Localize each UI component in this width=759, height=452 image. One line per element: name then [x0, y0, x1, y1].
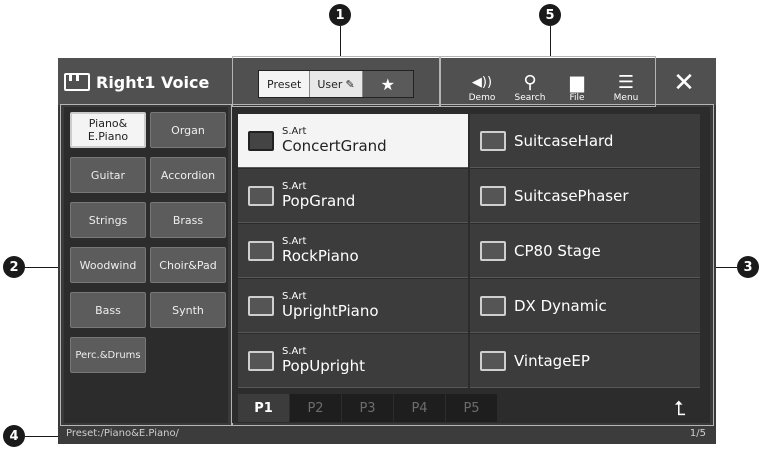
voice-cp80-stage[interactable]: CP80 Stage	[470, 224, 700, 278]
voice-concertgrand[interactable]: S.Art ConcertGrand	[238, 114, 468, 168]
voice-tag: S.Art	[282, 291, 307, 302]
callout-3-line	[716, 267, 737, 268]
voice-tag: S.Art	[282, 181, 307, 192]
voice-name: PopUpright	[282, 357, 365, 375]
page-tab-p3[interactable]: P3	[342, 394, 394, 422]
callout-1-line	[340, 26, 341, 56]
electric-piano-icon	[480, 350, 506, 371]
category-guitar[interactable]: Guitar	[70, 157, 146, 193]
status-path: Preset:/Piano&E.Piano/	[66, 428, 179, 439]
callout-5: 5	[539, 4, 561, 26]
voice-name: PopGrand	[282, 192, 356, 210]
callout-4-line	[25, 436, 58, 437]
demo-button[interactable]: ◀)) Demo	[466, 63, 498, 103]
callout-2-line	[25, 267, 58, 268]
category-organ[interactable]: Organ	[150, 112, 226, 148]
category-accordion[interactable]: Accordion	[150, 157, 226, 193]
voice-name: UprightPiano	[282, 302, 379, 320]
search-button[interactable]: ⚲ Search	[510, 63, 550, 104]
stage-piano-icon	[480, 240, 506, 261]
voice-tag: S.Art	[282, 346, 307, 357]
tab-favorite[interactable]: ★	[361, 71, 414, 97]
page-tab-p2[interactable]: P2	[290, 394, 342, 422]
upright-piano-icon	[248, 350, 274, 371]
grand-piano-icon	[248, 130, 274, 151]
page-tab-p4[interactable]: P4	[394, 394, 446, 422]
category-choir-pad[interactable]: Choir&Pad	[150, 247, 226, 283]
callout-3: 3	[737, 256, 759, 278]
voice-name: RockPiano	[282, 247, 359, 265]
callout-5-line	[550, 26, 551, 56]
voice-popupright[interactable]: S.Art PopUpright	[238, 334, 468, 388]
electric-piano-icon	[480, 130, 506, 151]
voice-dx-dynamic[interactable]: DX Dynamic	[470, 279, 700, 333]
voice-uprightpiano[interactable]: S.Art UprightPiano	[238, 279, 468, 333]
upright-piano-icon	[248, 295, 274, 316]
keyboard-icon	[64, 73, 90, 91]
tab-user[interactable]: User ✎	[310, 71, 362, 97]
pencil-icon: ✎	[345, 77, 355, 91]
voice-tag: S.Art	[282, 126, 307, 137]
tab-preset[interactable]: Preset	[259, 71, 311, 97]
search-label: Search	[514, 93, 546, 103]
close-button[interactable]: ✕	[664, 64, 704, 102]
voice-name: VintageEP	[514, 351, 590, 370]
synth-keyboard-icon	[480, 295, 506, 316]
menu-icon: ☰	[617, 72, 635, 93]
category-piano-epiano[interactable]: Piano& E.Piano	[70, 112, 146, 148]
voice-popgrand[interactable]: S.Art PopGrand	[238, 169, 468, 223]
voice-name: SuitcaseHard	[514, 131, 614, 150]
voice-name: ConcertGrand	[282, 137, 387, 155]
menu-label: Menu	[613, 93, 639, 103]
up-directory-button[interactable]: ⮤	[658, 394, 702, 422]
window-title-text: Right1 Voice	[96, 72, 210, 92]
search-icon: ⚲	[523, 72, 537, 93]
category-perc-drums[interactable]: Perc.&Drums	[70, 337, 146, 373]
demo-label: Demo	[468, 93, 496, 103]
status-page-indicator: 1/5	[689, 428, 706, 439]
file-button[interactable]: ▆ File	[562, 63, 592, 104]
menu-button[interactable]: ☰ Menu	[610, 63, 642, 104]
tab-user-label: User	[317, 77, 343, 91]
voice-suitcasehard[interactable]: SuitcaseHard	[470, 114, 700, 168]
status-bar: Preset:/Piano&E.Piano/ 1/5	[58, 426, 716, 444]
callout-2: 2	[3, 256, 25, 278]
folder-icon: ▆	[570, 72, 584, 93]
window-title: Right1 Voice	[64, 63, 226, 101]
page-tab-p5[interactable]: P5	[446, 394, 498, 422]
file-label: File	[569, 93, 585, 103]
category-synth[interactable]: Synth	[150, 292, 226, 328]
category-bass[interactable]: Bass	[70, 292, 146, 328]
voice-tag: S.Art	[282, 236, 307, 247]
category-brass[interactable]: Brass	[150, 202, 226, 238]
voice-rockpiano[interactable]: S.Art RockPiano	[238, 224, 468, 278]
voice-vintageep[interactable]: VintageEP	[470, 334, 700, 388]
category-strings[interactable]: Strings	[70, 202, 146, 238]
page-tab-p1[interactable]: P1	[238, 394, 290, 422]
grand-piano-icon	[248, 240, 274, 261]
speaker-icon: ◀))	[471, 75, 493, 90]
voice-name: CP80 Stage	[514, 241, 601, 260]
voice-name: SuitcasePhaser	[514, 186, 629, 205]
voice-name: DX Dynamic	[514, 296, 607, 315]
category-woodwind[interactable]: Woodwind	[70, 247, 146, 283]
callout-1: 1	[329, 4, 351, 26]
electric-piano-icon	[480, 185, 506, 206]
bank-tabs: Preset User ✎ ★	[258, 70, 414, 98]
voice-suitcasephaser[interactable]: SuitcasePhaser	[470, 169, 700, 223]
callout-4: 4	[3, 425, 25, 447]
grand-piano-icon	[248, 185, 274, 206]
